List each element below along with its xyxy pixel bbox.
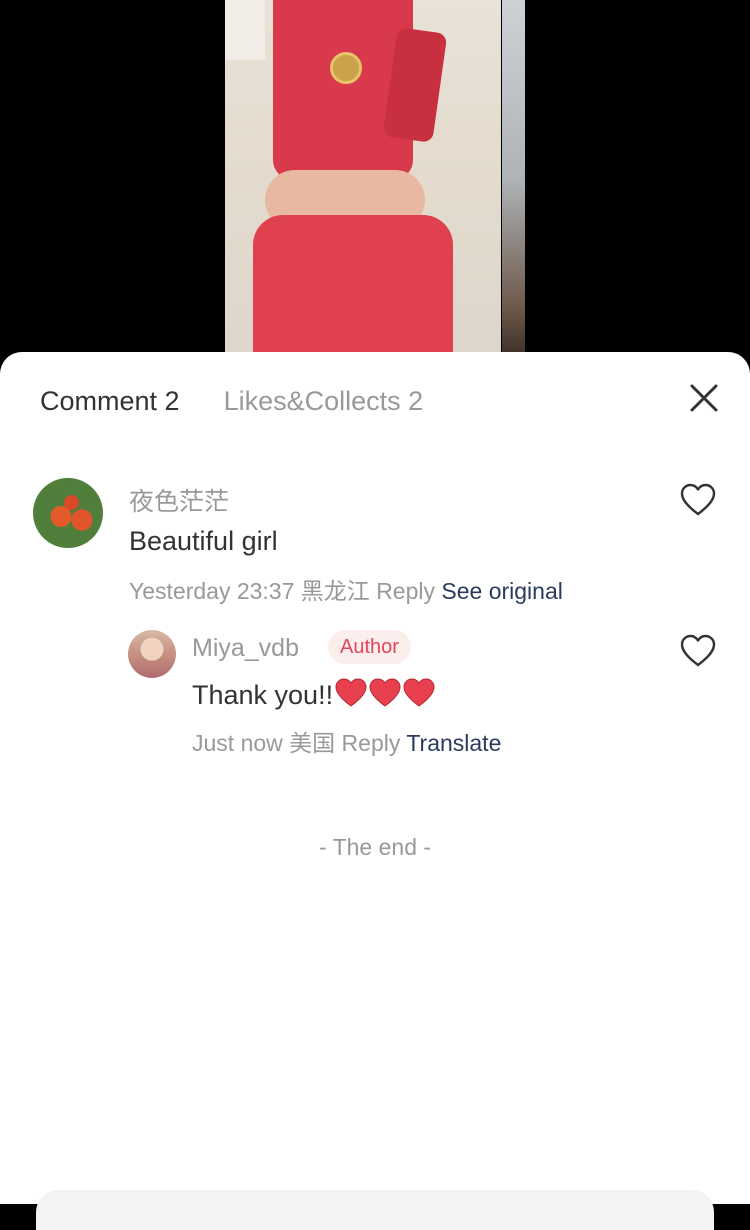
comment-text: Beautiful girl: [129, 526, 278, 556]
reply-button[interactable]: Reply: [342, 730, 401, 756]
see-original-link[interactable]: See original: [441, 578, 562, 604]
comment-username[interactable]: 夜色茫茫: [129, 482, 229, 518]
tab-comments[interactable]: Comment 2: [40, 386, 180, 417]
comment-meta: Yesterday 23:37 黑龙江 Reply See original: [129, 572, 563, 606]
comment-location: 黑龙江: [300, 578, 370, 604]
avatar[interactable]: [33, 478, 103, 548]
comments-sheet: Comment 2 Likes&Collects 2 夜色茫茫 Beautifu…: [0, 352, 750, 1230]
reply-button[interactable]: Reply: [376, 578, 435, 604]
comment-time: Yesterday 23:37: [129, 578, 295, 604]
red-heart-emoji: [335, 678, 367, 707]
translate-link[interactable]: Translate: [406, 730, 501, 756]
post-photo: [225, 0, 501, 360]
reply-text: Thank you!!: [192, 680, 334, 710]
end-marker: - The end -: [318, 834, 432, 860]
close-icon[interactable]: [686, 380, 722, 416]
reply-time: Just now: [192, 730, 283, 756]
reply-username[interactable]: Miya_vdb: [192, 634, 299, 663]
reply-location: 美国: [289, 730, 336, 756]
comment-input-bar[interactable]: [36, 1190, 714, 1230]
reply-text-row: Thank you!!: [192, 678, 435, 711]
author-badge: Author: [328, 630, 411, 664]
red-heart-emoji: [403, 678, 435, 707]
tab-bar: Comment 2 Likes&Collects 2: [40, 384, 467, 418]
next-photo-preview: [502, 0, 525, 360]
reply-meta: Just now 美国 Reply Translate: [192, 724, 501, 758]
tab-likes-collects[interactable]: Likes&Collects 2: [224, 386, 424, 417]
heart-icon[interactable]: [680, 634, 716, 668]
red-heart-emoji: [369, 678, 401, 707]
heart-icon[interactable]: [680, 483, 716, 517]
avatar[interactable]: [128, 630, 176, 678]
post-media[interactable]: [0, 0, 750, 360]
